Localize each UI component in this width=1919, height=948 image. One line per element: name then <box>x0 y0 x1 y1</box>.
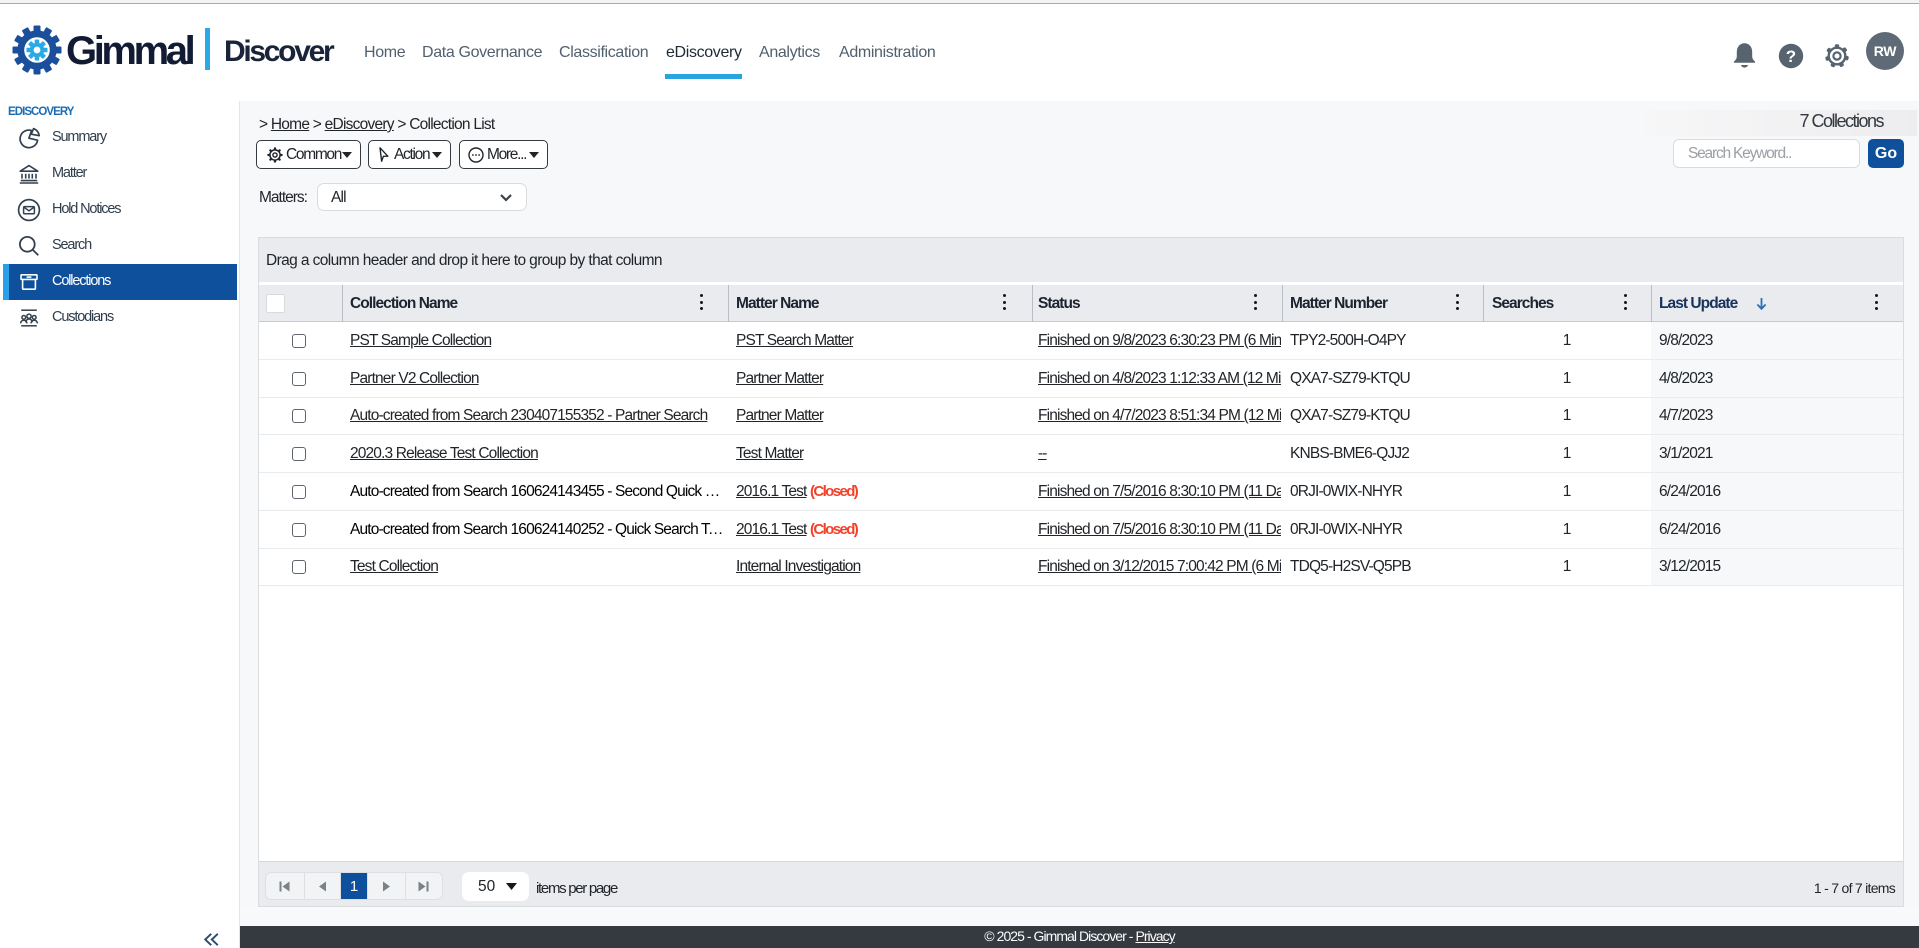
svg-text:?: ? <box>1786 47 1796 66</box>
